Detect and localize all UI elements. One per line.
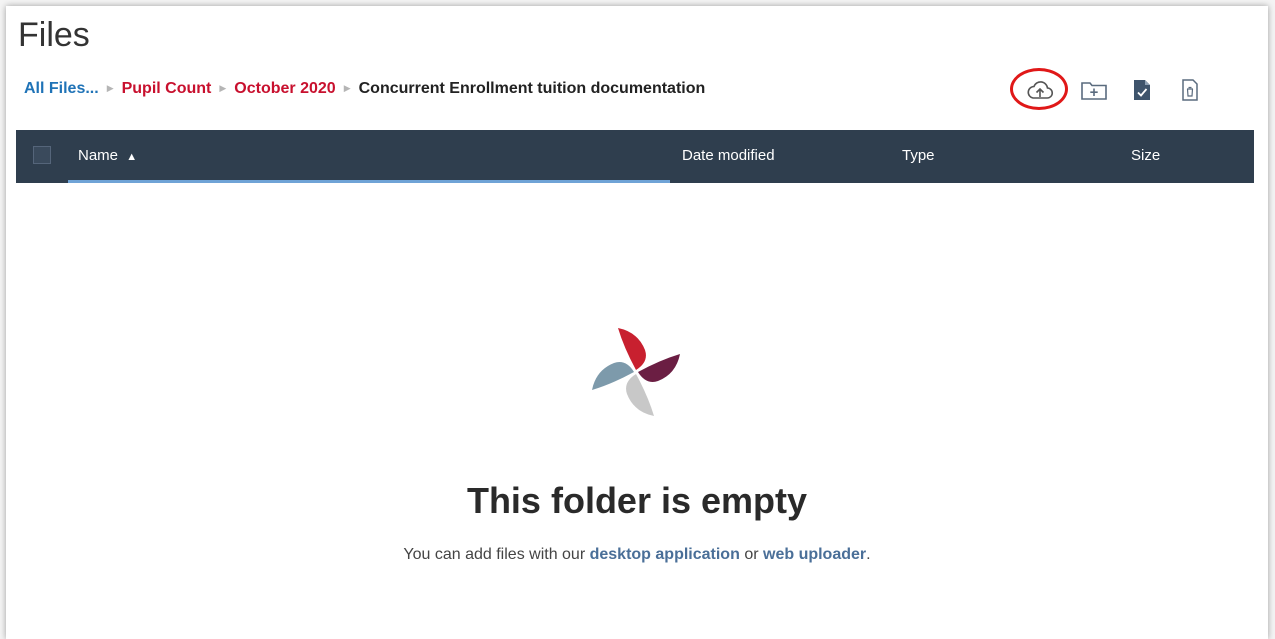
- trash-icon: [1182, 79, 1198, 101]
- request-file-icon: [1134, 80, 1150, 100]
- column-header-type[interactable]: Type: [902, 147, 935, 164]
- empty-message-text: You can add files with our: [403, 546, 586, 563]
- empty-folder-title: This folder is empty: [466, 480, 808, 521]
- file-toolbar: [1010, 68, 1214, 112]
- delete-button[interactable]: [1166, 68, 1214, 112]
- request-file-button[interactable]: [1118, 68, 1166, 112]
- desktop-application-link[interactable]: desktop application: [590, 546, 740, 563]
- empty-message-period: .: [866, 546, 871, 563]
- select-all-checkbox[interactable]: [33, 146, 51, 164]
- breadcrumb-october-2020[interactable]: October 2020: [234, 80, 335, 98]
- new-folder-button[interactable]: [1070, 68, 1118, 112]
- breadcrumb: All Files... ▶ Pupil Count ▶ October 202…: [24, 80, 705, 98]
- breadcrumb-current-folder: Concurrent Enrollment tuition documentat…: [358, 80, 706, 97]
- column-header-date-modified[interactable]: Date modified: [682, 147, 775, 164]
- breadcrumb-separator: ▶: [106, 82, 114, 93]
- sort-ascending-icon: ▲: [126, 151, 138, 163]
- column-header-name-label: Name: [78, 147, 119, 164]
- page-title: Files: [18, 16, 90, 54]
- upload-button[interactable]: [1010, 68, 1070, 112]
- breadcrumb-separator: ▶: [219, 82, 227, 93]
- column-header-name[interactable]: Name ▲: [78, 147, 137, 164]
- empty-message-text: or: [744, 546, 759, 563]
- empty-folder-message: You can add files with our desktop appli…: [6, 546, 1268, 564]
- pinwheel-logo-icon: [592, 328, 680, 416]
- new-folder-icon: [1081, 82, 1107, 100]
- breadcrumb-pupil-count[interactable]: Pupil Count: [122, 80, 212, 98]
- file-list-header: Name ▲ Date modified Type Size: [16, 130, 1254, 183]
- web-uploader-link[interactable]: web uploader: [763, 546, 866, 563]
- breadcrumb-separator: ▶: [343, 82, 351, 93]
- column-header-size[interactable]: Size: [1131, 147, 1160, 164]
- sort-column-indicator: [68, 180, 670, 183]
- highlight-circle: [1010, 68, 1068, 110]
- files-window: Files All Files... ▶ Pupil Count ▶ Octob…: [6, 6, 1268, 639]
- breadcrumb-all-files[interactable]: All Files...: [24, 80, 99, 98]
